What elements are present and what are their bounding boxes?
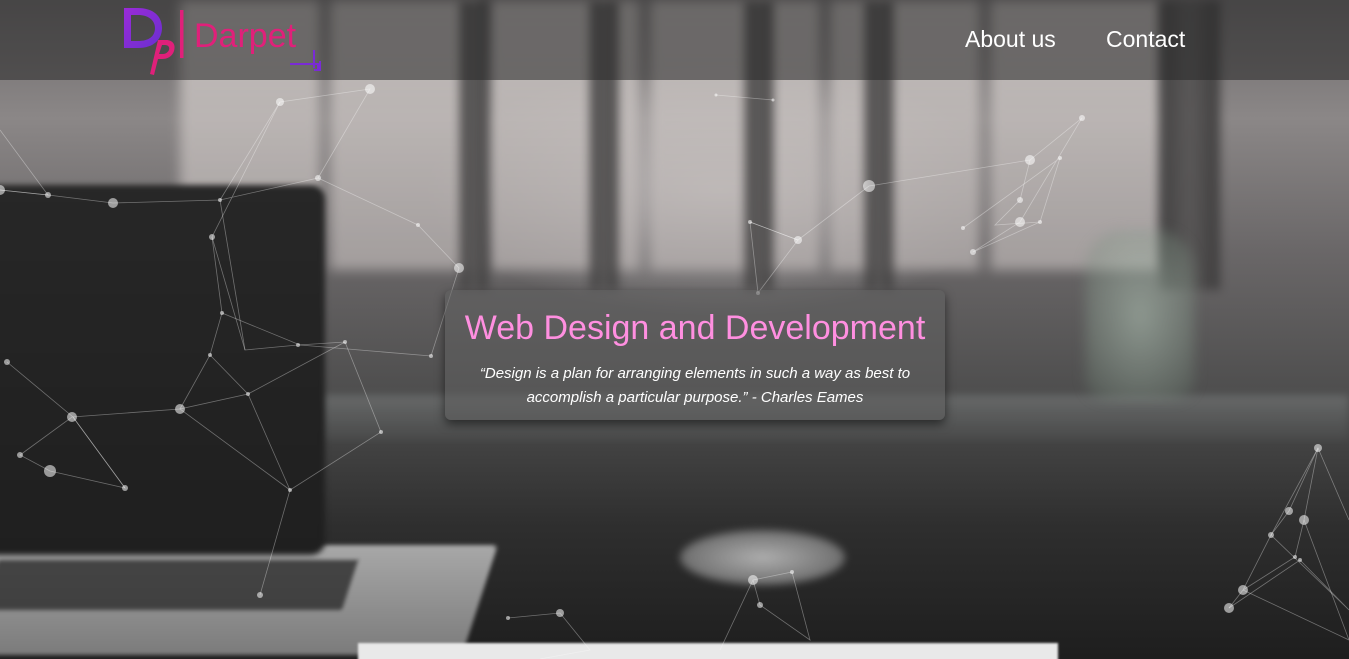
hero-card: Web Design and Development “Design is a … — [445, 290, 945, 420]
site-header: Darpet About us Contact — [0, 0, 1349, 80]
nav-contact[interactable]: Contact — [1106, 26, 1185, 53]
nav-about-us[interactable]: About us — [965, 26, 1056, 53]
hero-title: Web Design and Development — [464, 309, 926, 347]
hero-quote: “Design is a plan for arranging elements… — [479, 365, 911, 406]
logo-wordmark: Darpet — [194, 17, 297, 55]
darpet-logo[interactable]: Darpet — [118, 2, 328, 78]
